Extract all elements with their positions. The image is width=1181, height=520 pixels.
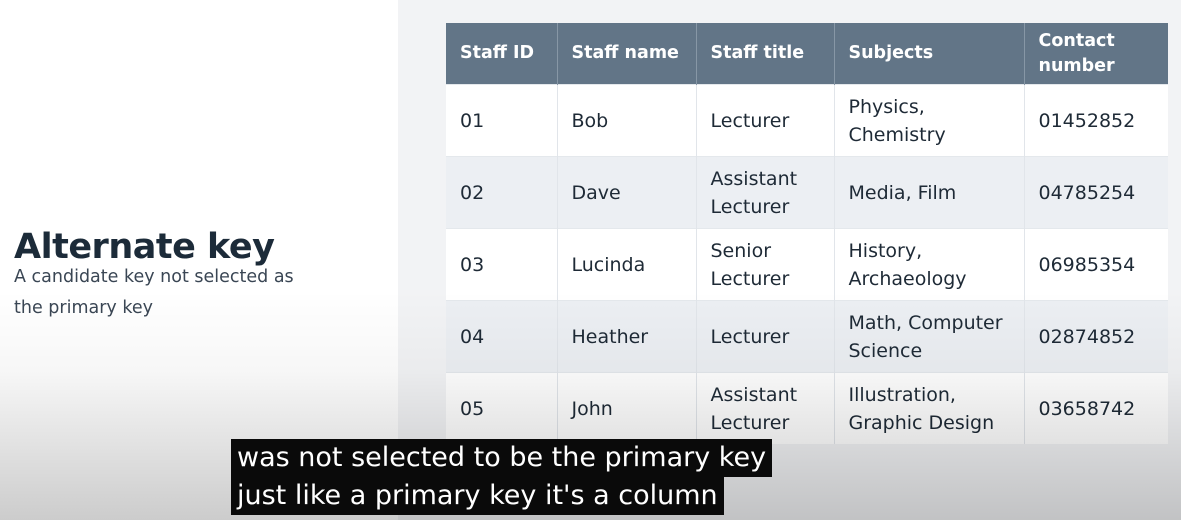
column-header-staff-name: Staff name (557, 23, 697, 85)
cell-staff-name: Heather (557, 300, 697, 373)
cell-subjects: History, Archaeology (834, 228, 1025, 301)
caption-line: was not selected to be the primary key (231, 439, 773, 477)
cell-subjects: Illustration, Graphic Design (834, 372, 1025, 444)
cell-staff-name: John (557, 372, 697, 444)
cell-subjects: Math, Computer Science (834, 300, 1025, 373)
cell-staff-title: Lecturer (696, 84, 835, 157)
cell-staff-name: Lucinda (557, 228, 697, 301)
column-header-staff-title: Staff title (696, 23, 835, 85)
cell-staff-id: 05 (446, 372, 558, 444)
column-header-staff-id: Staff ID (446, 23, 558, 85)
cell-staff-id: 01 (446, 84, 558, 157)
cell-contact-number: 02874852 (1024, 300, 1168, 373)
cell-staff-name: Dave (557, 156, 697, 229)
column-header-subjects: Subjects (834, 23, 1025, 85)
cell-staff-id: 02 (446, 156, 558, 229)
cell-subjects: Physics, Chemistry (834, 84, 1025, 157)
cell-staff-title: Lecturer (696, 300, 835, 373)
cell-staff-name: Bob (557, 84, 697, 157)
column-header-contact-number: Contact number (1024, 23, 1168, 85)
table-header: Staff ID Staff name Staff title Subjects… (446, 23, 1168, 85)
table-row: 03 Lucinda Senior Lecturer History, Arch… (446, 228, 1168, 301)
table-row: 04 Heather Lecturer Math, Computer Scien… (446, 300, 1168, 373)
table-row: 05 John Assistant Lecturer Illustration,… (446, 372, 1168, 444)
slide-description: A candidate key not selected as the prim… (14, 267, 294, 318)
cell-contact-number: 04785254 (1024, 156, 1168, 229)
cell-staff-title: Assistant Lecturer (696, 156, 835, 229)
staff-table: Staff ID Staff name Staff title Subjects… (446, 23, 1168, 444)
header-row: Staff ID Staff name Staff title Subjects… (446, 23, 1168, 85)
presentation-slide: Alternate key A candidate key not select… (0, 0, 1181, 520)
table-body: 01 Bob Lecturer Physics, Chemistry 01452… (446, 84, 1168, 444)
table-row: 01 Bob Lecturer Physics, Chemistry 01452… (446, 84, 1168, 157)
cell-staff-title: Senior Lecturer (696, 228, 835, 301)
table-row: 02 Dave Assistant Lecturer Media, Film 0… (446, 156, 1168, 229)
cell-contact-number: 01452852 (1024, 84, 1168, 157)
cell-staff-title: Assistant Lecturer (696, 372, 835, 444)
cell-contact-number: 03658742 (1024, 372, 1168, 444)
subtitle-captions: was not selected to be the primary key j… (231, 439, 773, 515)
cell-subjects: Media, Film (834, 156, 1025, 229)
caption-line: just like a primary key it's a column (231, 477, 724, 515)
cell-contact-number: 06985354 (1024, 228, 1168, 301)
cell-staff-id: 04 (446, 300, 558, 373)
cell-staff-id: 03 (446, 228, 558, 301)
